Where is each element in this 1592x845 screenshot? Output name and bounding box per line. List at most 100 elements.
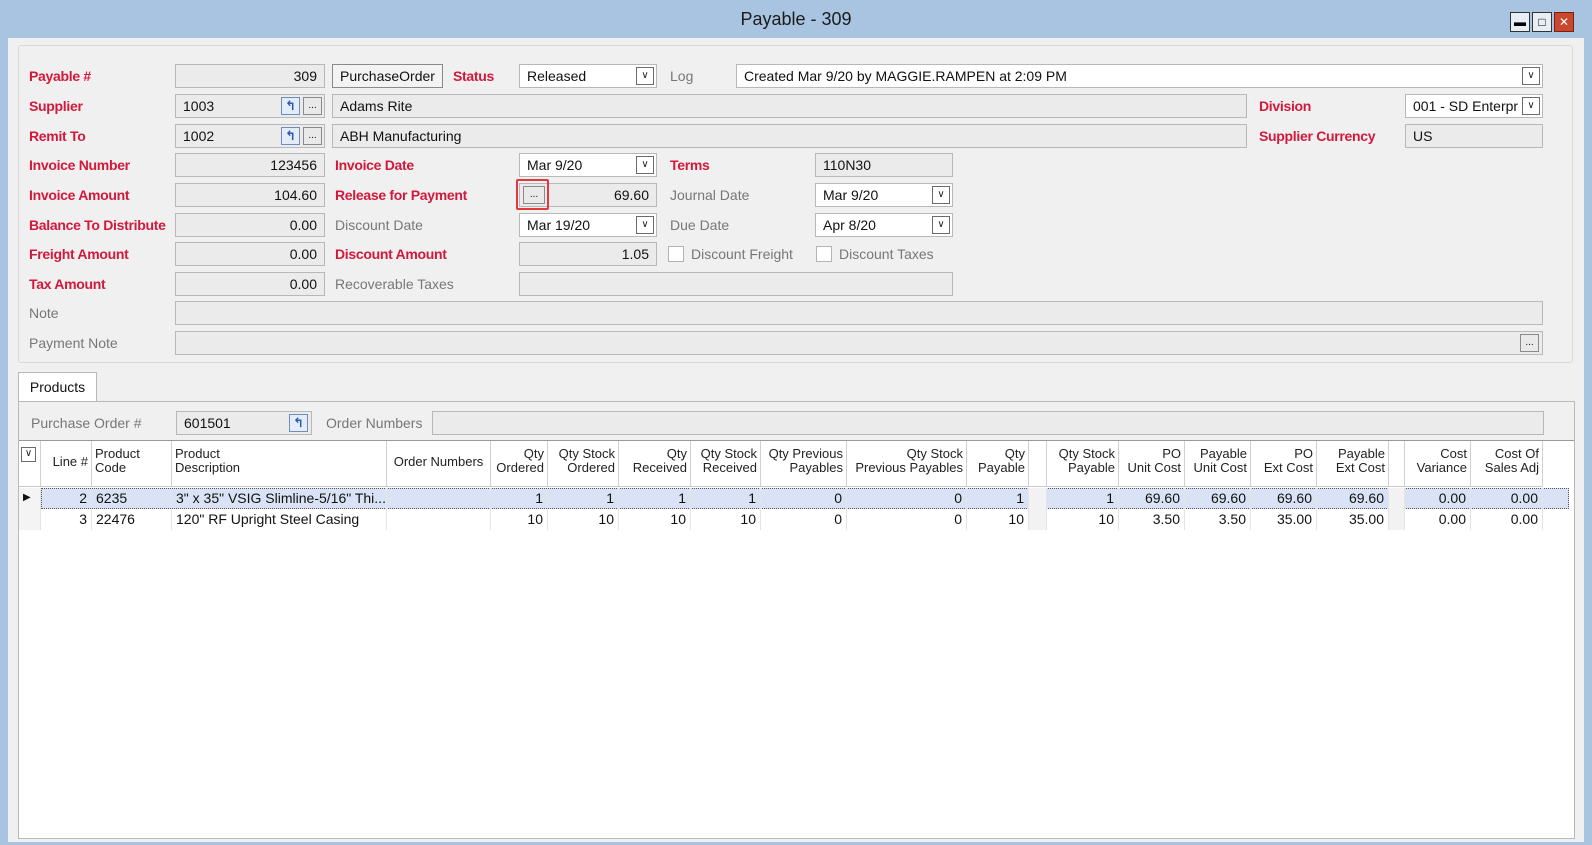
grid-column-header[interactable]: PO Unit Cost <box>1119 441 1185 487</box>
grid-column-header[interactable]: Qty Stock Received <box>691 441 761 487</box>
table-cell[interactable]: 10 <box>967 509 1029 530</box>
row-indicator-icon[interactable] <box>19 509 41 530</box>
discount-amount-field[interactable]: 1.05 <box>519 242 657 266</box>
invoice-amount-field[interactable]: 104.60 <box>175 183 325 207</box>
grid-column-header[interactable]: Product Description <box>172 441 387 487</box>
table-cell[interactable]: 2 <box>41 488 92 509</box>
tab-products[interactable]: Products <box>18 372 97 402</box>
table-cell[interactable]: 35.00 <box>1251 509 1317 530</box>
table-cell[interactable]: 10 <box>1047 509 1119 530</box>
table-cell[interactable]: 10 <box>619 509 691 530</box>
table-cell[interactable]: 0 <box>847 488 967 509</box>
remit-lookup-button[interactable]: ... <box>303 127 322 145</box>
grid-column-header[interactable]: Product Code <box>92 441 172 487</box>
grid-column-header[interactable]: Payable Ext Cost <box>1317 441 1389 487</box>
table-cell[interactable]: 0 <box>761 488 847 509</box>
purchase-order-field[interactable]: 601501 ↰ <box>176 411 312 435</box>
chevron-down-icon[interactable]: ∨ <box>1522 97 1540 115</box>
grid-column-header[interactable]: Qty Stock Ordered <box>548 441 619 487</box>
remit-code-field[interactable]: 1002 ↰ ... <box>175 124 325 148</box>
table-row[interactable]: 3 22476 120" RF Upright Steel Casing 10 10 10… <box>19 509 1574 530</box>
purchase-order-source-button[interactable]: PurchaseOrder <box>332 64 443 88</box>
table-cell[interactable]: 22476 <box>92 509 172 530</box>
terms-field[interactable]: 110N30 <box>815 153 953 177</box>
row-indicator-icon[interactable]: ▶ <box>19 488 41 509</box>
table-cell[interactable]: 0 <box>761 509 847 530</box>
recoverable-taxes-field[interactable] <box>519 272 953 296</box>
journal-date-picker[interactable]: Mar 9/20 ∨ <box>815 183 953 207</box>
table-cell[interactable]: 1 <box>1047 488 1119 509</box>
chevron-down-icon[interactable]: ∨ <box>21 446 36 462</box>
grid-column-header[interactable]: Payable Unit Cost <box>1185 441 1251 487</box>
table-cell[interactable]: 3.50 <box>1119 509 1185 530</box>
payable-number-field[interactable]: 309 <box>175 64 325 88</box>
table-cell[interactable] <box>387 488 491 509</box>
supplier-link-icon[interactable]: ↰ <box>281 97 300 115</box>
table-cell[interactable]: 1 <box>548 488 619 509</box>
invoice-number-field[interactable]: 123456 <box>175 153 325 177</box>
table-cell[interactable]: 10 <box>491 509 548 530</box>
table-cell[interactable]: 1 <box>691 488 761 509</box>
chevron-down-icon[interactable]: ∨ <box>1522 67 1540 85</box>
discount-date-picker[interactable]: Mar 19/20 ∨ <box>519 213 657 237</box>
note-field[interactable] <box>175 301 1543 325</box>
table-cell[interactable]: 0.00 <box>1471 488 1543 509</box>
table-cell[interactable]: 3 <box>41 509 92 530</box>
grid-column-header[interactable]: Cost Variance <box>1405 441 1471 487</box>
supplier-lookup-button[interactable]: ... <box>303 97 322 115</box>
table-cell[interactable]: 0.00 <box>1471 509 1543 530</box>
grid-column-header[interactable]: Qty Previous Payables <box>761 441 847 487</box>
remit-link-icon[interactable]: ↰ <box>281 127 300 145</box>
table-cell[interactable]: 120" RF Upright Steel Casing <box>172 509 387 530</box>
payment-note-button[interactable]: ... <box>1520 334 1539 352</box>
payment-note-field[interactable]: ... <box>175 331 1543 355</box>
grid-column-header[interactable]: Cost Of Sales Adj <box>1471 441 1543 487</box>
grid-column-header[interactable]: Qty Payable <box>967 441 1029 487</box>
purchase-order-link-icon[interactable]: ↰ <box>289 414 308 432</box>
log-dropdown[interactable]: Created Mar 9/20 by MAGGIE.RAMPEN at 2:0… <box>736 64 1543 88</box>
table-cell[interactable]: 1 <box>619 488 691 509</box>
freight-amount-field[interactable]: 0.00 <box>175 242 325 266</box>
chevron-down-icon[interactable]: ∨ <box>932 186 950 204</box>
table-cell[interactable]: 6235 <box>92 488 172 509</box>
close-button[interactable]: ✕ <box>1554 12 1574 32</box>
maximize-button[interactable]: □ <box>1532 12 1552 32</box>
table-cell[interactable] <box>387 509 491 530</box>
grid-column-header[interactable]: Qty Received <box>619 441 691 487</box>
order-numbers-field[interactable] <box>432 411 1544 435</box>
table-cell[interactable]: 1 <box>967 488 1029 509</box>
chevron-down-icon[interactable]: ∨ <box>636 216 654 234</box>
products-grid[interactable]: ∨ Line # Product Code Product Description Ord… <box>19 440 1574 838</box>
chevron-down-icon[interactable]: ∨ <box>932 216 950 234</box>
status-dropdown[interactable]: Released ∨ <box>519 64 657 88</box>
table-cell[interactable]: 3.50 <box>1185 509 1251 530</box>
division-dropdown[interactable]: 001 - SD Enterpr ∨ <box>1405 94 1543 118</box>
discount-freight-checkbox[interactable] <box>668 246 684 262</box>
table-cell[interactable]: 10 <box>548 509 619 530</box>
table-cell[interactable]: 35.00 <box>1317 509 1389 530</box>
table-cell[interactable]: 0.00 <box>1405 509 1471 530</box>
table-cell[interactable]: 0 <box>847 509 967 530</box>
due-date-picker[interactable]: Apr 8/20 ∨ <box>815 213 953 237</box>
table-cell[interactable]: 69.60 <box>1251 488 1317 509</box>
grid-column-header[interactable]: Order Numbers <box>387 441 491 487</box>
chevron-down-icon[interactable]: ∨ <box>636 156 654 174</box>
grid-column-header[interactable]: Qty Stock Previous Payables <box>847 441 967 487</box>
discount-taxes-checkbox[interactable] <box>816 246 832 262</box>
table-cell[interactable]: 69.60 <box>1317 488 1389 509</box>
table-cell[interactable]: 69.60 <box>1119 488 1185 509</box>
grid-column-header[interactable]: PO Ext Cost <box>1251 441 1317 487</box>
chevron-down-icon[interactable]: ∨ <box>636 67 654 85</box>
grid-column-header[interactable]: Qty Ordered <box>491 441 548 487</box>
table-row[interactable]: ▶ 2 6235 3" x 35" VSIG Slimline-5/16" Thi..… <box>19 488 1574 509</box>
grid-column-header[interactable]: Qty Stock Payable <box>1047 441 1119 487</box>
table-cell[interactable]: 3" x 35" VSIG Slimline-5/16" Thi... <box>172 488 387 509</box>
table-cell[interactable]: 10 <box>691 509 761 530</box>
supplier-code-field[interactable]: 1003 ↰ ... <box>175 94 325 118</box>
table-cell[interactable]: 1 <box>491 488 548 509</box>
grid-column-header[interactable]: Line # <box>41 441 92 487</box>
invoice-date-picker[interactable]: Mar 9/20 ∨ <box>519 153 657 177</box>
tax-amount-field[interactable]: 0.00 <box>175 272 325 296</box>
table-cell[interactable]: 69.60 <box>1185 488 1251 509</box>
table-cell[interactable]: 0.00 <box>1405 488 1471 509</box>
